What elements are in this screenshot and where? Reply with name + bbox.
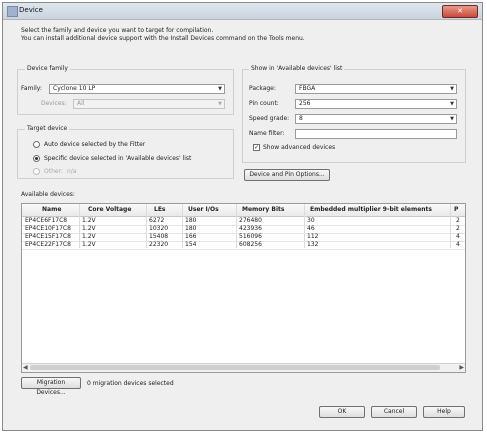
- column-header-memory-bits[interactable]: Memory Bits: [242, 204, 284, 216]
- specific-device-label: Specific device selected in 'Available d…: [44, 155, 192, 162]
- cell-multipliers: 112: [307, 233, 319, 240]
- cell-user-ios: 154: [185, 241, 197, 248]
- cell-p: 2: [456, 217, 460, 224]
- cell-name: EP4CE15F17C8: [25, 233, 71, 240]
- name-filter-input[interactable]: [295, 129, 457, 139]
- ok-button[interactable]: OK: [319, 406, 365, 418]
- speed-grade-select-value: 8: [299, 115, 303, 122]
- pin-count-label: Pin count:: [249, 100, 279, 107]
- device-pin-options-button[interactable]: Device and Pin Options...: [244, 169, 330, 181]
- cell-p: 4: [456, 241, 460, 248]
- speed-grade-label: Speed grade:: [249, 115, 290, 122]
- pin-count-select-value: 256: [299, 100, 311, 107]
- intro-text: Select the family and device you want to…: [21, 27, 461, 43]
- devices-select[interactable]: All ▼: [73, 99, 225, 109]
- cell-memory-bits: 608256: [239, 241, 262, 248]
- cell-name: EP4CE22F17C8: [25, 241, 71, 248]
- cell-multipliers: 132: [307, 241, 319, 248]
- column-header-les[interactable]: LEs: [154, 204, 166, 216]
- cell-p: 4: [456, 233, 460, 240]
- cell-les: 22320: [149, 241, 169, 248]
- close-button[interactable]: ✕: [442, 5, 478, 18]
- cell-user-ios: 180: [185, 217, 197, 224]
- scroll-right-icon[interactable]: ▶: [459, 364, 464, 372]
- family-select[interactable]: Cyclone 10 LP ▼: [49, 84, 225, 94]
- cell-memory-bits: 516096: [239, 233, 262, 240]
- show-advanced-label: Show advanced devices: [263, 144, 336, 151]
- specific-device-radio[interactable]: [33, 155, 40, 162]
- horizontal-scrollbar[interactable]: ◀ ▶: [22, 363, 465, 372]
- package-select-value: FBGA: [299, 85, 316, 92]
- family-select-value: Cyclone 10 LP: [53, 85, 96, 92]
- pin-count-select[interactable]: 256 ▼: [295, 99, 457, 109]
- migration-status: 0 migration devices selected: [87, 380, 174, 387]
- intro-line-2: You can install additional device suppor…: [21, 35, 305, 42]
- name-filter-label: Name filter:: [249, 130, 285, 137]
- column-header-p[interactable]: P: [454, 204, 458, 216]
- table-header: Name Core Voltage LEs User I/Os Memory B…: [22, 204, 465, 217]
- column-header-user-ios[interactable]: User I/Os: [188, 204, 219, 216]
- chevron-down-icon: ▼: [450, 86, 454, 92]
- cell-memory-bits: 423936: [239, 225, 262, 232]
- scrollbar-thumb[interactable]: [30, 365, 440, 370]
- target-device-label: Target device: [25, 125, 70, 132]
- family-label: Family:: [21, 85, 42, 92]
- chevron-down-icon: ▼: [218, 86, 222, 92]
- cell-name: EP4CE6F17C8: [25, 217, 68, 224]
- devices-label: Devices:: [41, 100, 67, 107]
- table-row[interactable]: EP4CE22F17C8 1.2V 22320 154 608256 132 4: [22, 241, 465, 250]
- cell-user-ios: 166: [185, 233, 197, 240]
- cell-core-voltage: 1.2V: [82, 233, 96, 240]
- cell-core-voltage: 1.2V: [82, 217, 96, 224]
- window-title: Device: [19, 6, 43, 14]
- package-select[interactable]: FBGA ▼: [295, 84, 457, 94]
- auto-device-label: Auto device selected by the Fitter: [44, 141, 146, 148]
- cell-memory-bits: 276480: [239, 217, 262, 224]
- other-device-label: Other:: [44, 168, 63, 175]
- cell-les: 15408: [149, 233, 169, 240]
- scroll-left-icon[interactable]: ◀: [23, 364, 28, 372]
- title-bar: Device ✕: [3, 3, 482, 20]
- device-family-label: Device family: [25, 65, 70, 72]
- available-devices-table[interactable]: Name Core Voltage LEs User I/Os Memory B…: [21, 203, 466, 373]
- cell-les: 10320: [149, 225, 169, 232]
- device-dialog: Device ✕ Select the family and device yo…: [2, 2, 483, 431]
- cell-user-ios: 180: [185, 225, 197, 232]
- cell-les: 6272: [149, 217, 165, 224]
- cell-core-voltage: 1.2V: [82, 241, 96, 248]
- help-button[interactable]: Help: [423, 406, 465, 418]
- column-header-multipliers[interactable]: Embedded multiplier 9-bit elements: [310, 204, 432, 216]
- intro-line-1: Select the family and device you want to…: [21, 27, 214, 34]
- chevron-down-icon: ▼: [450, 101, 454, 107]
- other-device-radio[interactable]: [33, 168, 40, 175]
- devices-select-value: All: [77, 100, 85, 107]
- cell-multipliers: 46: [307, 225, 315, 232]
- app-icon: [7, 6, 18, 17]
- cancel-button[interactable]: Cancel: [371, 406, 417, 418]
- package-label: Package:: [249, 85, 276, 92]
- chevron-down-icon: ▼: [450, 116, 454, 122]
- speed-grade-select[interactable]: 8 ▼: [295, 114, 457, 124]
- chevron-down-icon: ▼: [218, 101, 222, 107]
- cell-multipliers: 30: [307, 217, 315, 224]
- cell-p: 2: [456, 225, 460, 232]
- column-header-core-voltage[interactable]: Core Voltage: [88, 204, 131, 216]
- migration-devices-button[interactable]: Migration Devices...: [21, 377, 81, 396]
- available-devices-label: Available devices:: [21, 191, 75, 198]
- cell-core-voltage: 1.2V: [82, 225, 96, 232]
- show-in-list-label: Show in 'Available devices' list: [249, 65, 345, 72]
- show-advanced-checkbox[interactable]: ✓: [253, 144, 260, 151]
- column-header-name[interactable]: Name: [42, 204, 61, 216]
- cell-name: EP4CE10F17C8: [25, 225, 71, 232]
- auto-device-radio[interactable]: [33, 141, 40, 148]
- other-device-value: n/a: [67, 168, 77, 175]
